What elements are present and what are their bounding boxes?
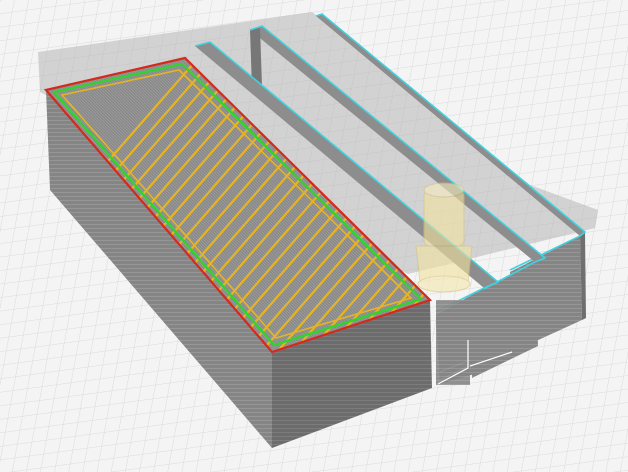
3d-print-preview-viewport[interactable] bbox=[0, 0, 628, 472]
nozzle-preview bbox=[415, 182, 473, 293]
preview-canvas[interactable] bbox=[0, 0, 628, 472]
